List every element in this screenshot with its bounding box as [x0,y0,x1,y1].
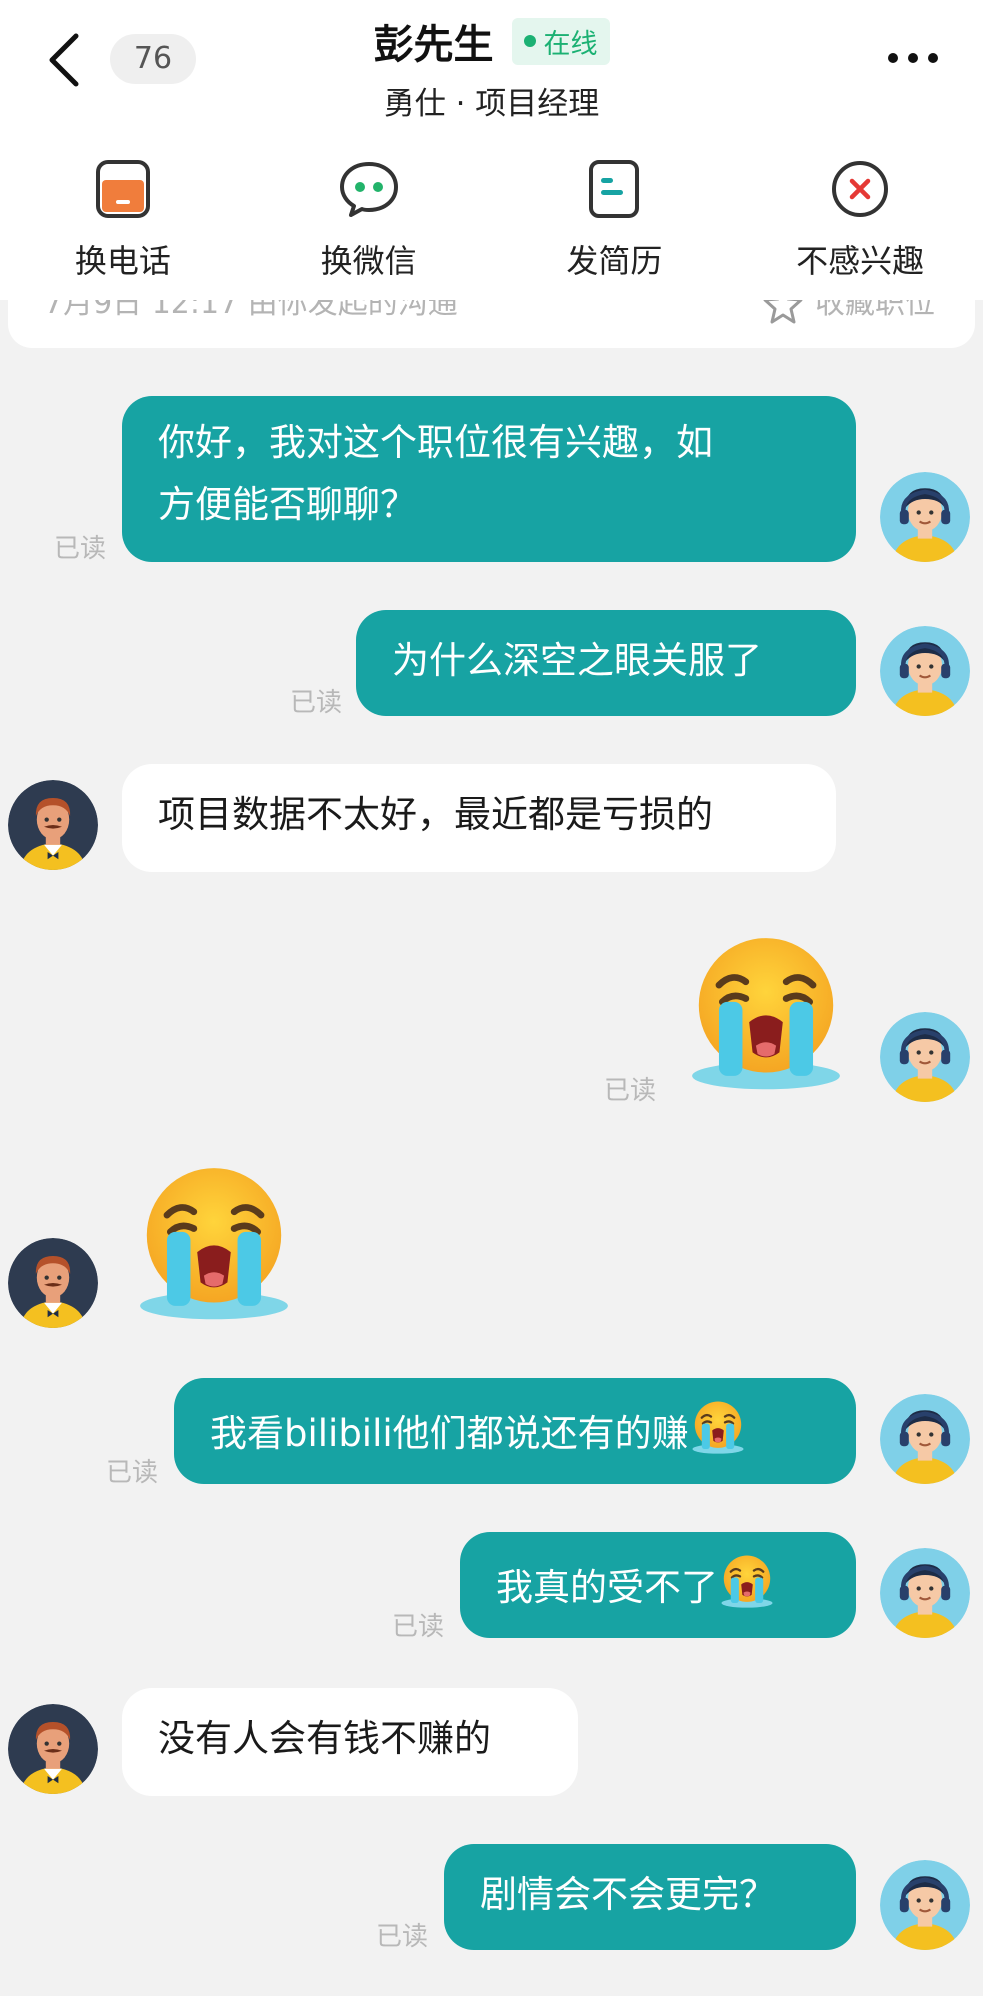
contact-avatar-icon [8,780,98,870]
contact-name: 彭先生 [373,22,494,68]
read-receipt: 已读 [392,1612,445,1642]
read-receipt: 已读 [106,1458,159,1488]
contact-subtitle: 勇仕 · 项目经理 [383,86,600,122]
contact-avatar[interactable] [8,1238,98,1328]
crying-face-emoji [682,928,850,1096]
favorite-job-button[interactable]: 收藏职位 [763,300,935,334]
phone-icon [95,160,150,218]
user-avatar-icon [880,1012,970,1102]
message-text-line: 方便能否聊聊？ [158,483,417,526]
star-icon [763,300,803,324]
read-receipt: 已读 [290,688,343,718]
online-status-text: 在线 [543,28,598,60]
user-avatar-icon [880,1860,970,1950]
message-bubble-sent[interactable]: 我看bilibili他们都说还有的赚 [174,1378,856,1484]
user-avatar-icon [880,1394,970,1484]
more-options-button[interactable] [883,40,943,76]
online-status-badge: 在线 [511,17,610,65]
my-avatar[interactable] [880,1548,970,1638]
send-resume-label: 发简历 [566,242,663,280]
message-text: 为什么深空之眼关服了 [392,639,762,682]
crying-face-emoji [718,1552,776,1610]
crying-face-emoji [130,1158,298,1326]
message-bubble-received[interactable]: 没有人会有钱不赚的 [122,1688,578,1796]
my-avatar[interactable] [880,626,970,716]
crying-face-emoji [689,1398,747,1456]
read-receipt: 已读 [376,1922,429,1952]
resume-icon [589,160,640,218]
message-text: 项目数据不太好，最近都是亏损的 [158,793,713,836]
exchange-phone-label: 换电话 [74,242,171,280]
message-text: 剧情会不会更完？ [480,1873,776,1916]
message-text: 我看bilibili他们都说还有的赚 [210,1412,689,1455]
my-avatar[interactable] [880,1394,970,1484]
my-avatar[interactable] [880,1012,970,1102]
action-bar: 换电话 换微信 发简历 不感兴趣 [0,158,983,282]
contact-avatar-icon [8,1238,98,1328]
more-dots-icon [888,53,938,63]
not-interested-button[interactable]: 不感兴趣 [737,158,983,282]
message-bubble-sent[interactable]: 你好，我对这个职位很有兴趣，如 方便能否聊聊？ [122,396,856,562]
chat-info-strip: 7月9日 12:17 由你发起的沟通 收藏职位 [8,300,975,348]
contact-avatar[interactable] [8,1704,98,1794]
message-bubble-received[interactable]: 项目数据不太好，最近都是亏损的 [122,764,836,872]
sent-emoji-message[interactable] [682,928,850,1096]
message-bubble-sent[interactable]: 剧情会不会更完？ [444,1844,856,1950]
my-avatar[interactable] [880,472,970,562]
contact-avatar-icon [8,1704,98,1794]
user-avatar-icon [880,472,970,562]
user-avatar-icon [880,1548,970,1638]
not-interested-icon [832,161,889,217]
favorite-job-label: 收藏职位 [815,300,935,321]
message-text: 没有人会有钱不赚的 [158,1717,491,1760]
read-receipt: 已读 [54,534,107,564]
chat-header: 76 彭先生 在线 勇仕 · 项目经理 换电话 换微信 发简历 不感兴趣 [0,0,983,300]
exchange-wechat-button[interactable]: 换微信 [246,158,492,282]
exchange-phone-button[interactable]: 换电话 [0,158,246,282]
exchange-wechat-label: 换微信 [320,242,417,280]
send-resume-button[interactable]: 发简历 [492,158,738,282]
message-text-line: 你好，我对这个职位很有兴趣，如 [158,421,713,464]
contact-avatar[interactable] [8,780,98,870]
online-dot-icon [523,35,536,47]
chat-start-info: 7月9日 12:17 由你发起的沟通 [44,300,458,321]
not-interested-label: 不感兴趣 [796,242,925,280]
wechat-icon [339,162,398,217]
read-receipt: 已读 [604,1076,657,1106]
user-avatar-icon [880,626,970,716]
my-avatar[interactable] [880,1860,970,1950]
message-list: 你好，我对这个职位很有兴趣，如 方便能否聊聊？ 已读 为什么深空之眼关服了 已读… [0,348,983,1996]
message-text: 我真的受不了 [496,1566,718,1609]
message-bubble-sent[interactable]: 为什么深空之眼关服了 [356,610,856,716]
received-emoji-message[interactable] [130,1158,298,1326]
title-area: 彭先生 在线 勇仕 · 项目经理 [0,12,983,123]
message-bubble-sent[interactable]: 我真的受不了 [460,1532,856,1638]
